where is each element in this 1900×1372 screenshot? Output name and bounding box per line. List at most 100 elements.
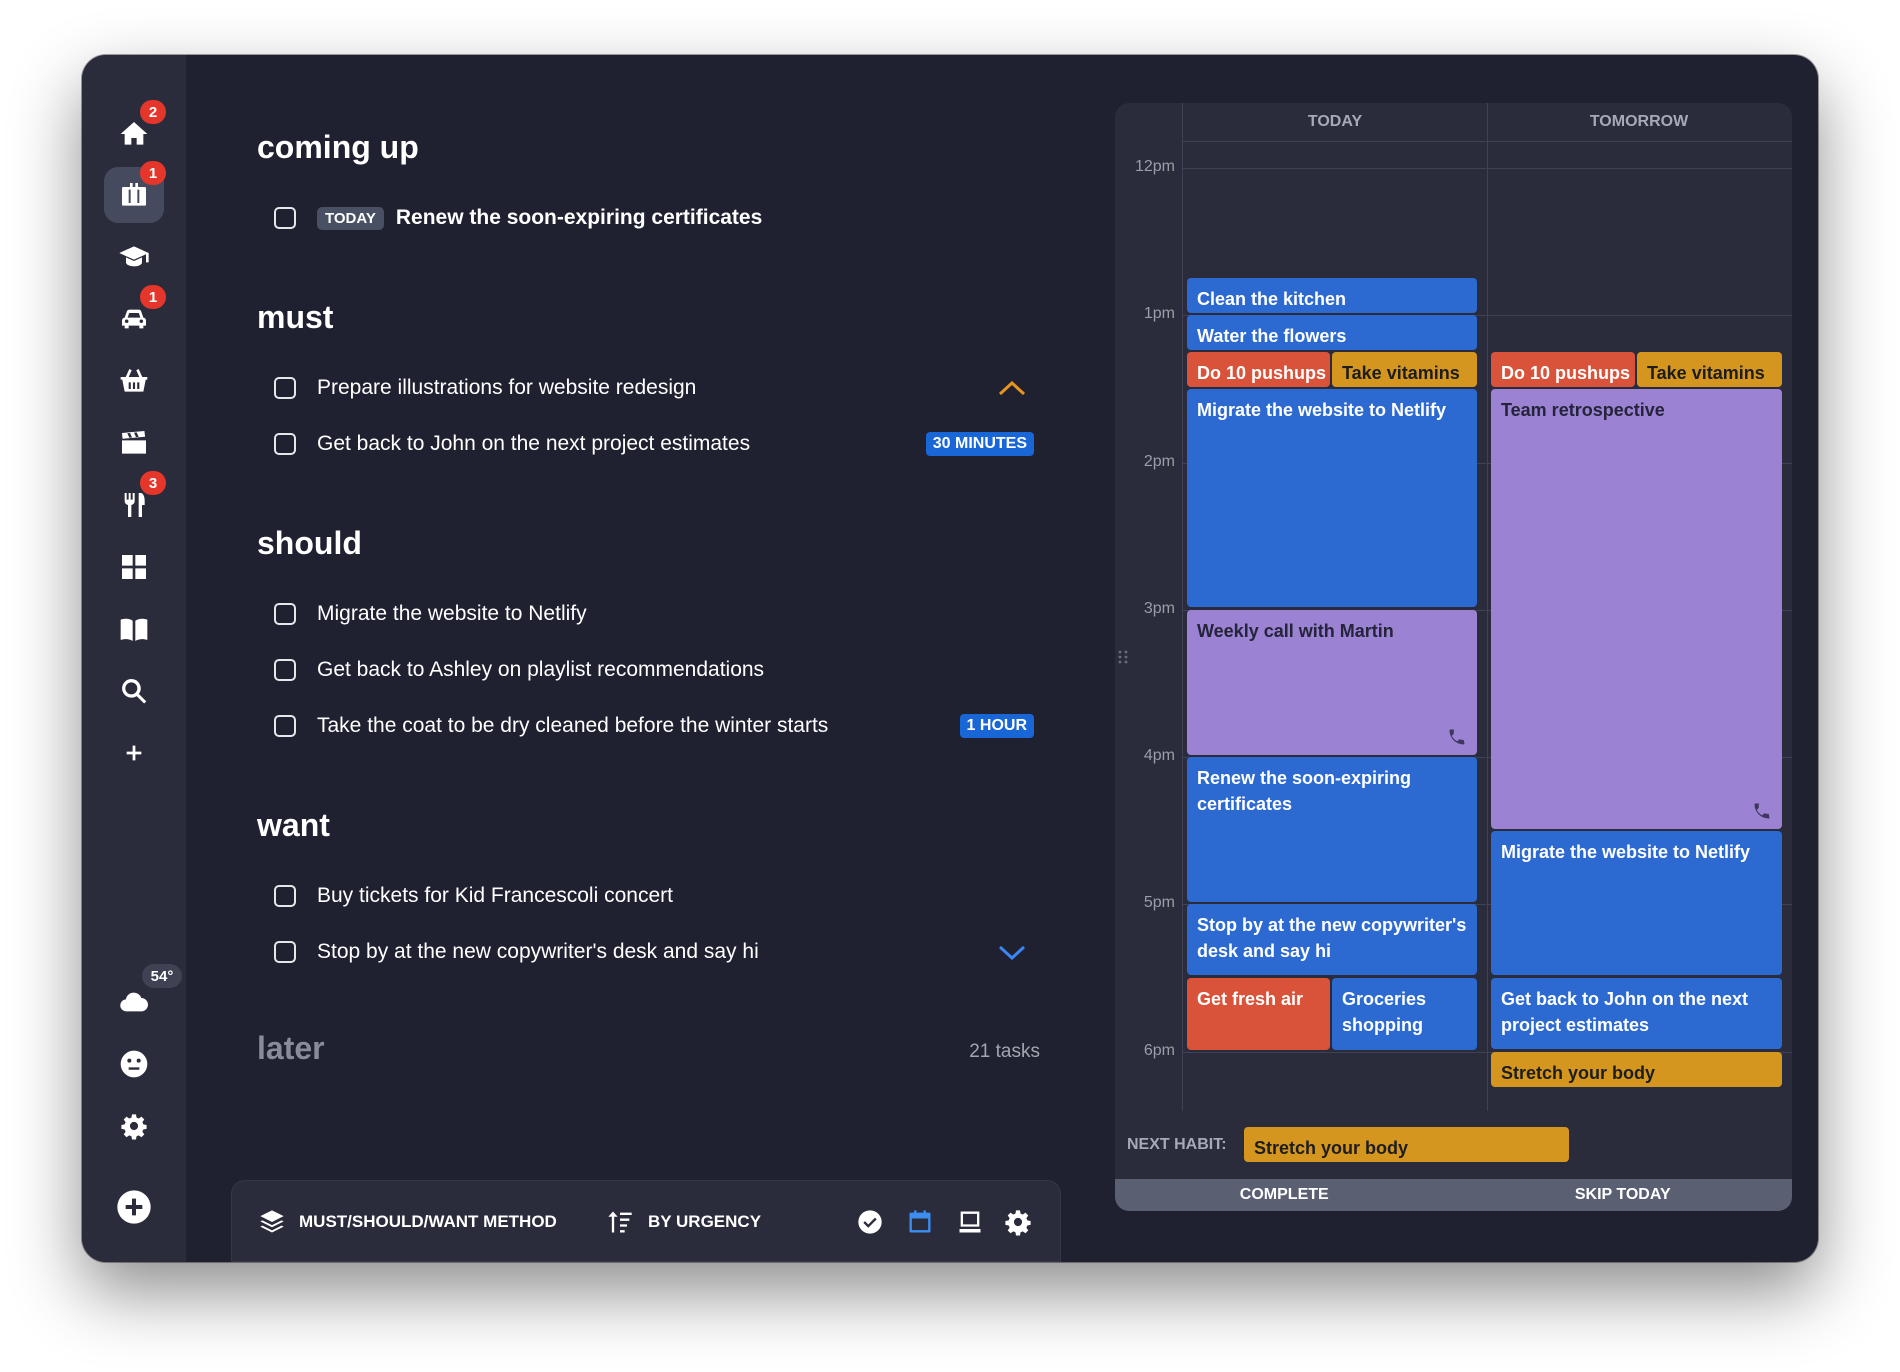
calendar-event[interactable]: Get fresh air	[1187, 978, 1330, 1050]
calendar-event[interactable]: Take vitamins	[1637, 352, 1782, 387]
calendar-view-button[interactable]	[906, 1181, 934, 1262]
sidebar: 2 1 1 3 54°	[82, 55, 186, 1262]
task-checkbox[interactable]	[274, 715, 296, 737]
task-checkbox[interactable]	[274, 885, 296, 907]
section-title-coming-up: coming up	[257, 129, 419, 165]
sidebar-item-settings[interactable]	[104, 1098, 164, 1154]
calendar-event[interactable]: Team retrospective	[1491, 389, 1782, 829]
calendar-event[interactable]: Do 10 pushups	[1187, 352, 1330, 387]
face-icon	[120, 1050, 148, 1078]
calendar-event[interactable]: Water the flowers	[1187, 315, 1477, 350]
list-item[interactable]: Take the coat to be dry cleaned before t…	[274, 706, 1034, 746]
layers-icon	[260, 1210, 284, 1233]
list-item[interactable]: Buy tickets for Kid Francescoli concert	[274, 876, 1034, 916]
task-checkbox[interactable]	[274, 207, 296, 229]
sidebar-item-mood[interactable]	[104, 1036, 164, 1092]
task-checkbox[interactable]	[274, 433, 296, 455]
gear-icon	[121, 1114, 147, 1140]
calendar-event[interactable]: Stretch your body	[1491, 1052, 1782, 1087]
board-view-button[interactable]	[956, 1181, 984, 1262]
calendar-event[interactable]: Migrate the website to Netlify	[1491, 831, 1782, 975]
hour-label: 5pm	[1143, 894, 1175, 911]
hour-label: 4pm	[1143, 747, 1175, 764]
task-title: Buy tickets for Kid Francescoli concert	[317, 884, 673, 907]
car-icon	[122, 309, 146, 329]
sidebar-item-home[interactable]: 2	[104, 100, 166, 162]
calendar-event[interactable]: Stop by at the new copywriter's desk and…	[1187, 904, 1477, 975]
task-checkbox[interactable]	[274, 941, 296, 963]
completed-view-button[interactable]	[856, 1181, 884, 1262]
task-title: Renew the soon-expiring certificates	[395, 206, 763, 229]
home-icon	[120, 122, 148, 145]
sidebar-item-food[interactable]: 3	[104, 471, 166, 533]
chevron-up-icon[interactable]	[998, 380, 1026, 396]
list-item[interactable]: Get back to Ashley on playlist recommend…	[274, 650, 1034, 690]
list-item[interactable]: Stop by at the new copywriter's desk and…	[274, 932, 1034, 972]
sidebar-item-grid[interactable]	[104, 539, 164, 595]
section-title-want: want	[257, 807, 330, 843]
calendar-event[interactable]: Weekly call with Martin	[1187, 610, 1477, 755]
hour-label: 2pm	[1143, 453, 1175, 470]
open-book-icon	[120, 618, 148, 641]
section-title-later[interactable]: later	[257, 1030, 325, 1067]
briefcase-icon	[122, 183, 146, 206]
calendar-event[interactable]: Do 10 pushups	[1491, 352, 1635, 387]
new-item-button[interactable]	[104, 1179, 164, 1235]
duration-badge: 30 MINUTES	[925, 432, 1034, 456]
sidebar-item-book[interactable]	[104, 601, 164, 657]
list-item[interactable]: Prepare illustrations for website redesi…	[274, 368, 1034, 408]
calendar-event[interactable]: Take vitamins	[1332, 352, 1477, 387]
sidebar-item-shopping[interactable]	[104, 353, 164, 409]
clapperboard-icon	[122, 431, 146, 454]
list-item[interactable]: TODAY Renew the soon-expiring certificat…	[274, 198, 1034, 238]
task-checkbox[interactable]	[274, 659, 296, 681]
next-habit-label: NEXT HABIT:	[1127, 1136, 1227, 1153]
habit-actions: COMPLETE SKIP TODAY	[1115, 1179, 1792, 1211]
bottom-toolbar: MUST/SHOULD/WANT METHOD BY URGENCY	[231, 1180, 1061, 1262]
section-title-should: should	[257, 525, 362, 561]
graduation-cap-icon	[119, 246, 149, 267]
duration-badge: 1 HOUR	[959, 714, 1034, 738]
skip-today-button[interactable]: SKIP TODAY	[1454, 1179, 1793, 1211]
list-settings-button[interactable]	[1004, 1181, 1032, 1262]
calendar-event[interactable]: Groceries shopping	[1332, 978, 1477, 1050]
sidebar-item-weather[interactable]: 54°	[104, 964, 182, 1030]
sidebar-item-search[interactable]	[104, 663, 164, 719]
sidebar-item-education[interactable]	[104, 229, 164, 285]
sort-button[interactable]: BY URGENCY	[606, 1181, 761, 1262]
sidebar-item-work[interactable]: 1	[104, 161, 166, 223]
task-title: Prepare illustrations for website redesi…	[317, 376, 697, 399]
app-window: 2 1 1 3 54° coming up TODAY Renew the so…	[82, 55, 1818, 1262]
badge: 1	[140, 285, 166, 309]
method-label: MUST/SHOULD/WANT METHOD	[299, 1212, 557, 1231]
hour-label: 6pm	[1143, 1042, 1175, 1059]
calendar-event[interactable]: Clean the kitchen	[1187, 278, 1477, 313]
chevron-down-icon[interactable]	[998, 944, 1026, 960]
gear-icon	[1005, 1210, 1031, 1236]
calendar-event[interactable]: Renew the soon-expiring certificates	[1187, 757, 1477, 902]
badge: 3	[140, 471, 166, 495]
complete-button[interactable]: COMPLETE	[1115, 1179, 1454, 1211]
hour-label: 1pm	[1143, 305, 1175, 322]
list-item[interactable]: Get back to John on the next project est…	[274, 424, 1034, 464]
sort-icon	[608, 1211, 632, 1233]
sidebar-item-car[interactable]: 1	[104, 285, 166, 347]
drag-handle-icon[interactable]	[1117, 649, 1129, 665]
list-item[interactable]: Migrate the website to Netlify	[274, 594, 1034, 634]
hour-label: 3pm	[1143, 600, 1175, 617]
sort-label: BY URGENCY	[648, 1212, 762, 1231]
check-circle-icon	[858, 1210, 882, 1234]
sidebar-item-add[interactable]	[104, 725, 164, 781]
task-checkbox[interactable]	[274, 377, 296, 399]
calendar-event[interactable]: Get back to John on the next project est…	[1491, 978, 1782, 1049]
task-title: Get back to Ashley on playlist recommend…	[317, 658, 765, 681]
sidebar-item-movies[interactable]	[104, 415, 164, 471]
method-button[interactable]: MUST/SHOULD/WANT METHOD	[258, 1181, 557, 1262]
task-checkbox[interactable]	[274, 603, 296, 625]
today-tag: TODAY	[317, 206, 384, 230]
task-title: Take the coat to be dry cleaned before t…	[317, 714, 829, 737]
plus-circle-icon	[117, 1190, 151, 1224]
next-habit-pill[interactable]: Stretch your body	[1244, 1127, 1569, 1162]
section-title-must: must	[257, 299, 334, 335]
calendar-event[interactable]: Migrate the website to Netlify	[1187, 389, 1477, 607]
